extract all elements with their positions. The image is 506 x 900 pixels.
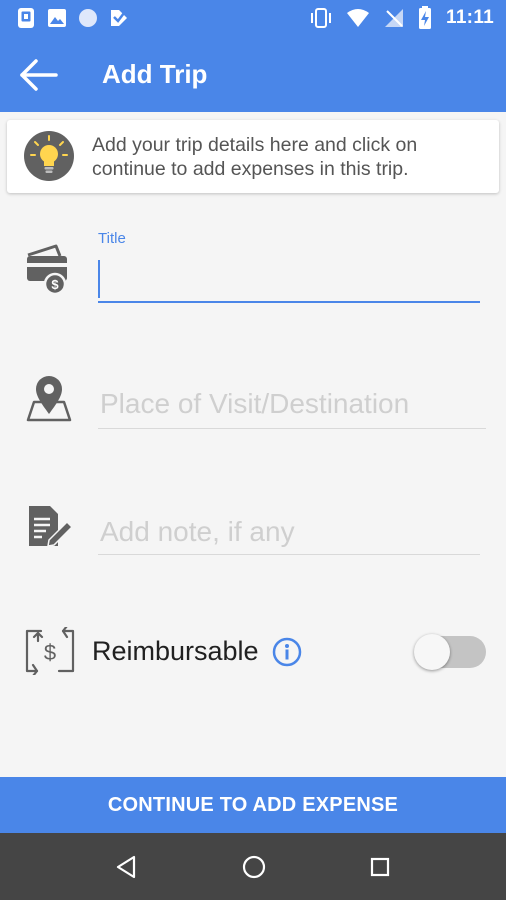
lightbulb-icon: [24, 131, 74, 181]
status-time: 11:11: [446, 7, 494, 28]
text-cursor: [98, 260, 100, 298]
status-bar: 11:11: [0, 0, 506, 37]
reimbursable-label: Reimbursable: [92, 636, 259, 666]
circle-notification-icon: [79, 9, 97, 27]
screenshot-notification-icon: [18, 8, 34, 28]
recents-square-icon: [370, 857, 390, 877]
destination-underline: [98, 428, 486, 429]
title-input[interactable]: [98, 258, 480, 300]
no-signal-icon: [385, 9, 403, 27]
nav-back-button[interactable]: [111, 851, 143, 883]
navigation-bar: [0, 833, 506, 900]
back-button[interactable]: [18, 55, 62, 95]
reimbursable-toggle[interactable]: [414, 634, 486, 670]
nav-recents-button[interactable]: [364, 851, 396, 883]
home-circle-icon: [242, 855, 266, 879]
notification-icons: [16, 7, 129, 29]
back-triangle-icon: [116, 855, 136, 879]
toggle-thumb: [414, 634, 450, 670]
info-card: Add your trip details here and click on …: [7, 120, 499, 193]
info-icon[interactable]: [272, 637, 302, 667]
map-pin-icon: [26, 376, 72, 422]
title-underline: [98, 301, 480, 303]
wifi-icon: [347, 9, 369, 27]
app-notification-icon: [111, 10, 127, 26]
app-bar: Add Trip: [0, 37, 506, 112]
svg-text:$: $: [51, 277, 59, 292]
destination-input[interactable]: [98, 383, 486, 425]
note-underline: [98, 554, 480, 555]
svg-text:$: $: [44, 640, 56, 665]
image-notification-icon: [48, 9, 66, 27]
wallet-card-icon: $: [27, 244, 67, 295]
nav-home-button[interactable]: [238, 851, 270, 883]
title-field-label: Title: [98, 230, 126, 247]
vibrate-icon: [311, 8, 331, 28]
dollar-exchange-icon: $: [25, 627, 75, 675]
page-title: Add Trip: [102, 59, 208, 89]
info-text: Add your trip details here and click on …: [92, 134, 418, 180]
continue-button[interactable]: CONTINUE TO ADD EXPENSE: [0, 777, 506, 833]
arrow-left-icon: [20, 59, 58, 91]
note-input[interactable]: [98, 511, 480, 553]
battery-charging-icon: [419, 6, 431, 29]
note-edit-icon: [29, 506, 74, 547]
system-status-icons: 11:11: [310, 6, 494, 30]
